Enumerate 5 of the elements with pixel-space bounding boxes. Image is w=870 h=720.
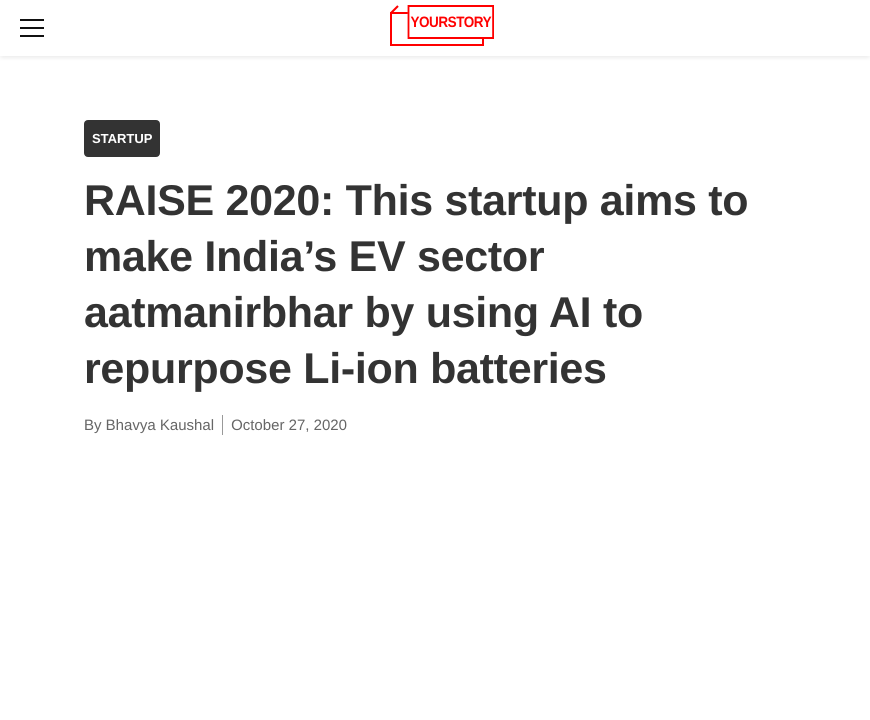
menu-icon[interactable] [20,19,44,37]
article-title: RAISE 2020: This startup aims to make India’s EV sector aatmanirbhar by using AI to repurpose Li-ion batteries [84,176,750,395]
publish-date: October 27, 2020 [231,416,347,434]
author-name[interactable]: By Bhavya Kaushal [84,416,214,434]
category-tag[interactable]: STARTUP [84,120,160,157]
